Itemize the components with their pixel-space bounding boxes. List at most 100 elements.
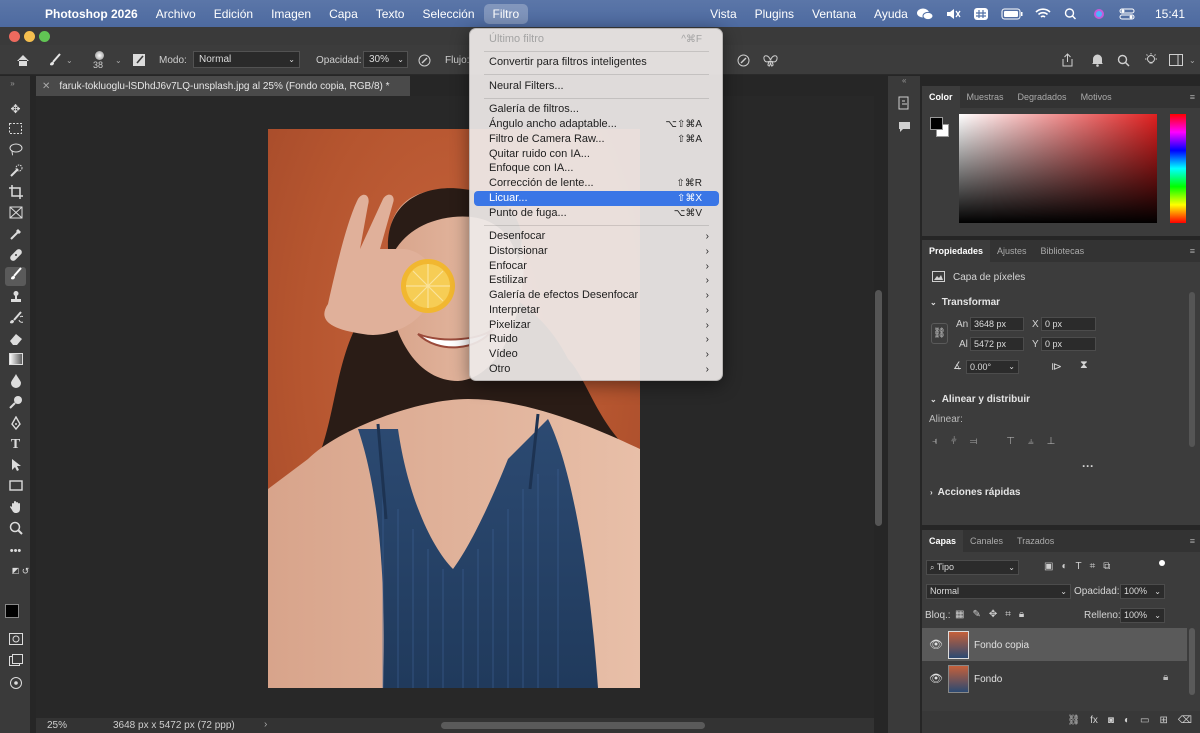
lasso-tool[interactable] [7,143,24,159]
gradient-tool[interactable] [7,353,24,369]
menu-ventana[interactable]: Ventana [812,7,856,21]
submenu-video[interactable]: Vídeo › [474,347,719,362]
submenu-noise[interactable]: Ruido › [474,332,719,347]
pen-tool[interactable] [7,415,24,432]
new-layer-icon[interactable]: ⊞ [1159,715,1167,726]
menu-vista[interactable]: Vista [710,7,736,21]
control-center-icon[interactable] [1119,8,1135,20]
x-input[interactable]: 0 px [1041,317,1096,331]
menu-texto[interactable]: Texto [376,7,405,21]
color-picker-field[interactable] [959,114,1157,223]
filter-shape-icon[interactable]: ⌗ [1090,561,1096,572]
menu-item-ai-denoise[interactable]: Quitar ruido con IA... [474,147,719,162]
blur-tool[interactable] [7,374,24,390]
vertical-scrollbar[interactable] [875,290,882,526]
align-right-icon[interactable]: ⫤ [970,436,978,447]
eraser-tool[interactable] [7,332,24,348]
object-selection-tool[interactable] [7,164,24,180]
history-brush-tool[interactable] [7,311,25,327]
y-input[interactable]: 0 px [1041,337,1096,351]
new-group-icon[interactable]: ▭ [1140,715,1149,726]
symmetry-button[interactable] [763,45,778,75]
chevron-right-icon[interactable]: › [264,719,267,730]
menu-item-liquify[interactable]: Licuar... ⇧⌘X [474,191,719,206]
opacity-input[interactable]: 30% ⌄ [363,51,408,68]
layers-scrollbar[interactable] [1189,628,1195,695]
lock-all-icon[interactable]: 🔒︎ [1019,609,1024,620]
chevron-down-icon[interactable]: ⌄ [115,45,122,75]
battery-icon[interactable] [1001,8,1023,20]
brush-tool[interactable] [5,267,26,286]
filter-type-icon[interactable]: T [1076,561,1082,572]
menu-seleccion[interactable]: Selección [422,7,474,21]
submenu-blur-gallery[interactable]: Galería de efectos Desenfocar › [474,288,719,303]
discover-button[interactable] [1144,45,1158,75]
eyedropper-tool[interactable] [7,227,24,243]
submenu-render[interactable]: Interpretar › [474,303,719,318]
screen-mode-button[interactable] [7,654,24,670]
tab-muestras[interactable]: Muestras [960,86,1011,108]
eye-icon[interactable]: 👁︎ [929,638,943,651]
wifi-icon[interactable] [1035,7,1051,20]
flip-vertical-icon[interactable]: ⧗ [1080,359,1088,372]
add-mask-icon[interactable]: ◙ [1108,715,1114,726]
filter-adjustment-icon[interactable]: ◐ [1061,561,1067,572]
tab-bibliotecas[interactable]: Bibliotecas [1034,240,1092,262]
menu-item-camera-raw[interactable]: Filtro de Camera Raw... ⇧⌘A [474,132,719,147]
properties-scrollbar[interactable] [1189,292,1195,447]
history-panel-button[interactable] [898,96,911,115]
frame-tool[interactable] [7,206,24,222]
tab-ajustes[interactable]: Ajustes [990,240,1034,262]
layer-row-fondo-copia[interactable]: 👁︎ Fondo copia [922,628,1187,661]
menu-capa[interactable]: Capa [329,7,358,21]
link-layers-icon[interactable]: ⛓ [1067,715,1080,726]
close-tab-icon[interactable]: ✕ [42,81,50,92]
menu-imagen[interactable]: Imagen [271,7,311,21]
notifications-button[interactable] [1091,45,1104,75]
horizontal-scrollbar[interactable] [441,722,705,729]
siri-icon[interactable] [1091,8,1107,20]
tab-degradados[interactable]: Degradados [1011,86,1074,108]
mode-select[interactable]: Normal ⌄ [193,51,300,68]
submenu-distort[interactable]: Distorsionar › [474,244,719,259]
type-tool[interactable]: T [7,437,24,453]
zoom-tool[interactable] [7,521,24,537]
align-left-icon[interactable]: ⫣ [932,436,938,447]
filter-toggle[interactable] [1159,560,1165,566]
chevron-down-icon[interactable]: ⌄ [1189,45,1196,75]
tab-color[interactable]: Color [922,86,960,108]
more-tools-icon[interactable]: ••• [7,543,24,559]
menu-item-neural-filters[interactable]: Neural Filters... [474,79,719,94]
quick-mask-button[interactable] [7,633,24,649]
menu-ayuda[interactable]: Ayuda [874,7,908,21]
color-foreground-swatch[interactable] [930,117,943,130]
home-button[interactable] [16,45,30,75]
tab-capas[interactable]: Capas [922,530,964,552]
fill-input[interactable]: 100% ⌄ [1120,608,1165,623]
align-middle-icon[interactable]: ⫨ [1028,436,1034,447]
tab-motivos[interactable]: Motivos [1074,86,1119,108]
clone-stamp-tool[interactable] [7,290,24,306]
edit-toolbar-button[interactable] [7,676,24,692]
tab-canales[interactable]: Canales [963,530,1010,552]
panel-menu-icon[interactable]: ≡ [1190,246,1195,256]
more-options-icon[interactable]: ··· [1082,459,1094,473]
marquee-tool[interactable] [7,122,24,138]
crop-tool[interactable] [7,185,24,201]
search-icon[interactable] [1063,7,1079,20]
blend-mode-select[interactable]: Normal ⌄ [926,584,1071,599]
align-bottom-icon[interactable]: ⊥ [1047,436,1056,447]
quick-actions-section-header[interactable]: › Acciones rápidas [930,487,1020,498]
flip-horizontal-icon[interactable]: ⧐ [1051,360,1062,373]
move-tool[interactable]: ✥ [7,101,24,117]
menu-item-ai-sharpen[interactable]: Enfoque con IA... [474,161,719,176]
tab-trazados[interactable]: Trazados [1010,530,1061,552]
brush-preset-picker[interactable]: ⌄ [48,45,73,75]
swap-colors-icon[interactable]: ↺ [17,563,34,579]
comments-panel-button[interactable] [898,120,911,138]
menu-item-adaptive-wide-angle[interactable]: Ángulo ancho adaptable... ⌥⇧⌘A [474,117,719,132]
panel-menu-icon[interactable]: ≡ [1190,536,1195,546]
hand-tool[interactable] [7,500,24,516]
layer-row-fondo[interactable]: 👁︎ Fondo 🔒︎ [922,662,1187,695]
brush-settings-button[interactable] [132,45,146,75]
